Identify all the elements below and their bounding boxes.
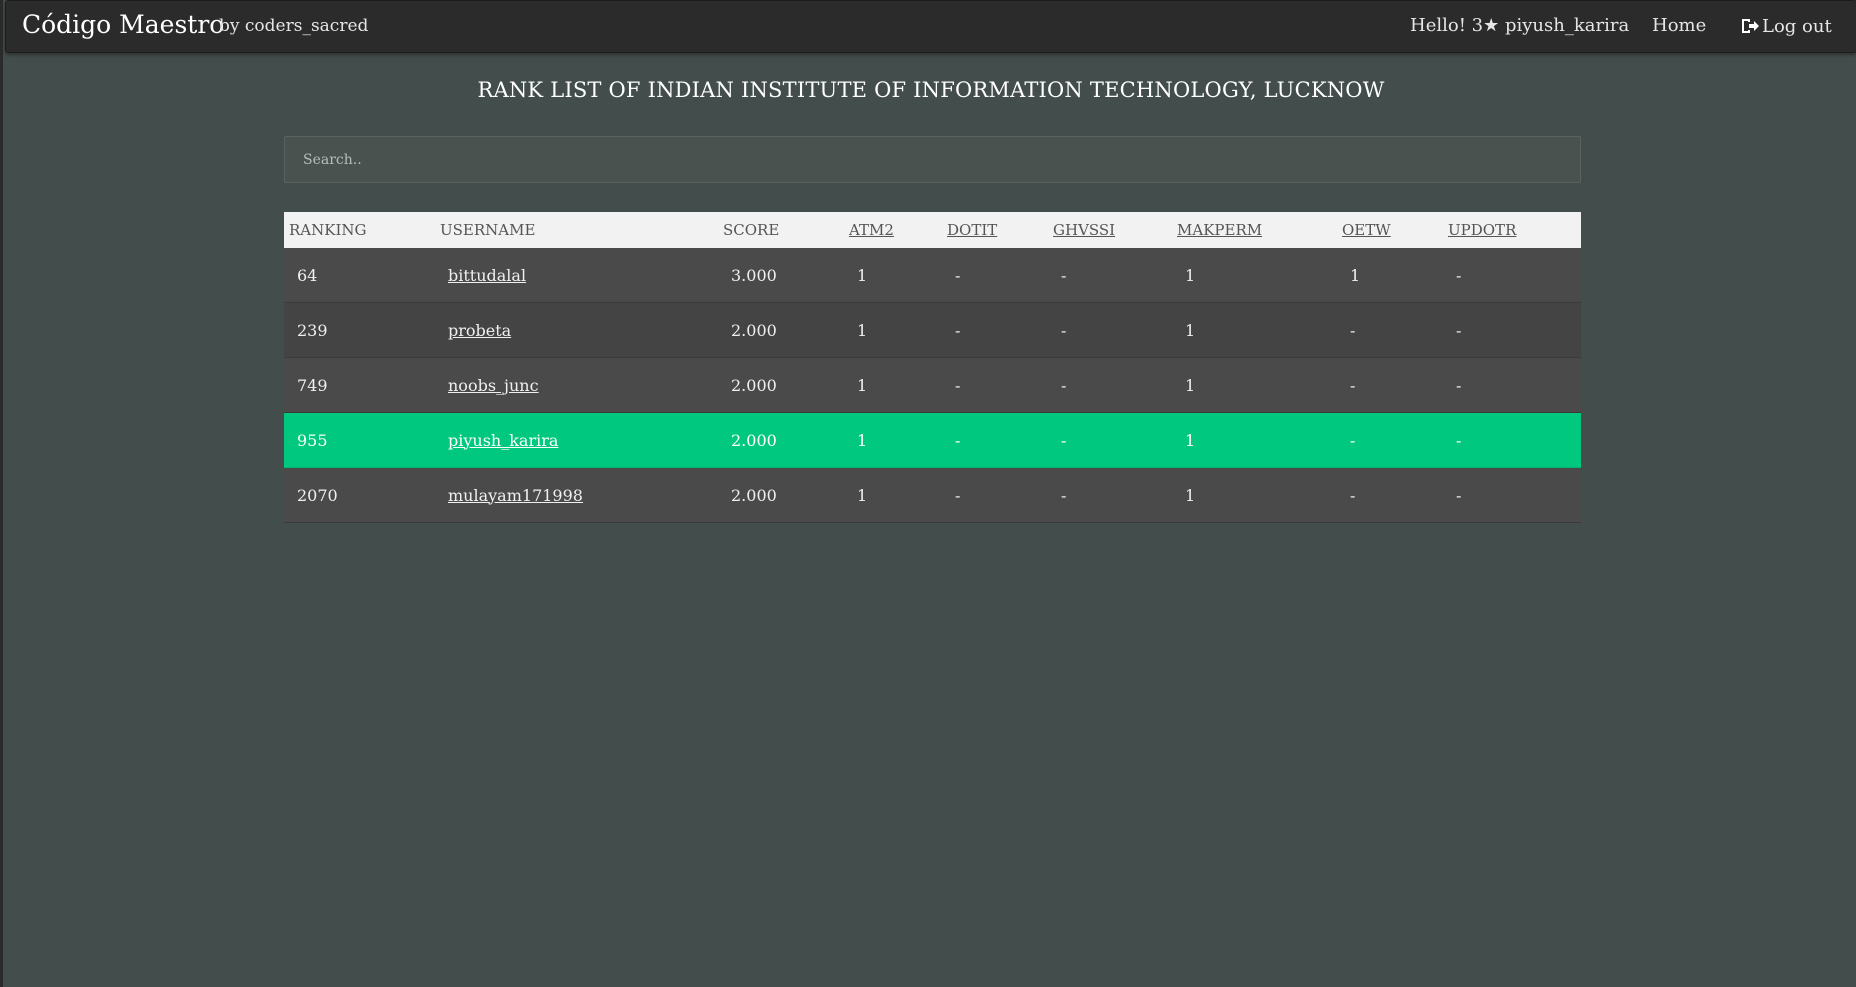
username-cell: mulayam171998 <box>435 467 718 523</box>
score-cell: 2.000 <box>718 467 844 523</box>
dotit-cell: - <box>942 467 1048 523</box>
oetw-cell: - <box>1337 302 1443 358</box>
oetw-cell: - <box>1337 467 1443 523</box>
rank-table: RANKING USERNAME SCORE ATM2 DOTIT GHVSSI… <box>284 212 1581 523</box>
makperm-cell: 1 <box>1172 357 1337 413</box>
username-link[interactable]: mulayam171998 <box>448 486 583 505</box>
rank-cell: 64 <box>284 248 435 303</box>
header-problem-dotit[interactable]: DOTIT <box>942 212 1048 248</box>
atm2-cell: 1 <box>844 467 942 523</box>
rank-cell: 955 <box>284 412 435 468</box>
navbar: Código Maestro by coders_sacred Hello! 3… <box>5 0 1856 53</box>
header-problem-oetw[interactable]: OETW <box>1337 212 1443 248</box>
dotit-cell: - <box>942 248 1048 303</box>
atm2-cell: 1 <box>844 357 942 413</box>
page-title: RANK LIST OF INDIAN INSTITUTE OF INFORMA… <box>477 78 1385 102</box>
table-row: 239 probeta 2.000 1 - - 1 - - <box>284 302 1581 358</box>
header-problem-atm2[interactable]: ATM2 <box>844 212 942 248</box>
oetw-cell: - <box>1337 412 1443 468</box>
table-row: 2070 mulayam171998 2.000 1 - - 1 - - <box>284 467 1581 523</box>
rank-cell: 2070 <box>284 467 435 523</box>
atm2-cell: 1 <box>844 412 942 468</box>
home-link[interactable]: Home <box>1652 15 1706 36</box>
updotr-cell: - <box>1443 302 1581 358</box>
brand-logo[interactable]: Código Maestro <box>22 10 224 39</box>
atm2-cell: 1 <box>844 248 942 303</box>
search-input[interactable] <box>284 136 1581 183</box>
username-cell: bittudalal <box>435 248 718 303</box>
username-cell: piyush_karira <box>435 412 718 468</box>
page: Código Maestro by coders_sacred Hello! 3… <box>0 0 1856 987</box>
makperm-cell: 1 <box>1172 302 1337 358</box>
username-link[interactable]: probeta <box>448 321 511 340</box>
logout-icon <box>1742 19 1759 33</box>
score-cell: 2.000 <box>718 412 844 468</box>
username-link[interactable]: noobs_junc <box>448 376 539 395</box>
header-problem-ghvssi[interactable]: GHVSSI <box>1048 212 1172 248</box>
username-cell: probeta <box>435 302 718 358</box>
brand-byline: by coders_sacred <box>219 16 369 36</box>
ghvssi-cell: - <box>1048 467 1172 523</box>
ghvssi-cell: - <box>1048 302 1172 358</box>
ghvssi-cell: - <box>1048 357 1172 413</box>
table-header-row: RANKING USERNAME SCORE ATM2 DOTIT GHVSSI… <box>284 212 1581 248</box>
dotit-cell: - <box>942 412 1048 468</box>
logout-label: Log out <box>1762 16 1832 37</box>
oetw-cell: - <box>1337 357 1443 413</box>
updotr-cell: - <box>1443 248 1581 303</box>
username-cell: noobs_junc <box>435 357 718 413</box>
user-greeting[interactable]: Hello! 3★ piyush_karira <box>1410 15 1629 36</box>
rank-cell: 239 <box>284 302 435 358</box>
table-row: 64 bittudalal 3.000 1 - - 1 1 - <box>284 248 1581 303</box>
updotr-cell: - <box>1443 412 1581 468</box>
score-cell: 3.000 <box>718 248 844 303</box>
ghvssi-cell: - <box>1048 248 1172 303</box>
rank-cell: 749 <box>284 357 435 413</box>
atm2-cell: 1 <box>844 302 942 358</box>
header-score: SCORE <box>718 212 844 248</box>
header-problem-makperm[interactable]: MAKPERM <box>1172 212 1337 248</box>
score-cell: 2.000 <box>718 302 844 358</box>
header-problem-updotr[interactable]: UPDOTR <box>1443 212 1581 248</box>
table-row-current-user: 955 piyush_karira 2.000 1 - - 1 - - <box>284 412 1581 468</box>
updotr-cell: - <box>1443 467 1581 523</box>
header-ranking: RANKING <box>284 212 435 248</box>
table-row: 749 noobs_junc 2.000 1 - - 1 - - <box>284 357 1581 413</box>
makperm-cell: 1 <box>1172 467 1337 523</box>
dotit-cell: - <box>942 357 1048 413</box>
logout-link[interactable]: Log out <box>1740 16 1832 37</box>
makperm-cell: 1 <box>1172 412 1337 468</box>
score-cell: 2.000 <box>718 357 844 413</box>
username-link[interactable]: bittudalal <box>448 266 526 285</box>
makperm-cell: 1 <box>1172 248 1337 303</box>
dotit-cell: - <box>942 302 1048 358</box>
ghvssi-cell: - <box>1048 412 1172 468</box>
header-username: USERNAME <box>435 212 718 248</box>
username-link[interactable]: piyush_karira <box>448 431 558 450</box>
oetw-cell: 1 <box>1337 248 1443 303</box>
updotr-cell: - <box>1443 357 1581 413</box>
